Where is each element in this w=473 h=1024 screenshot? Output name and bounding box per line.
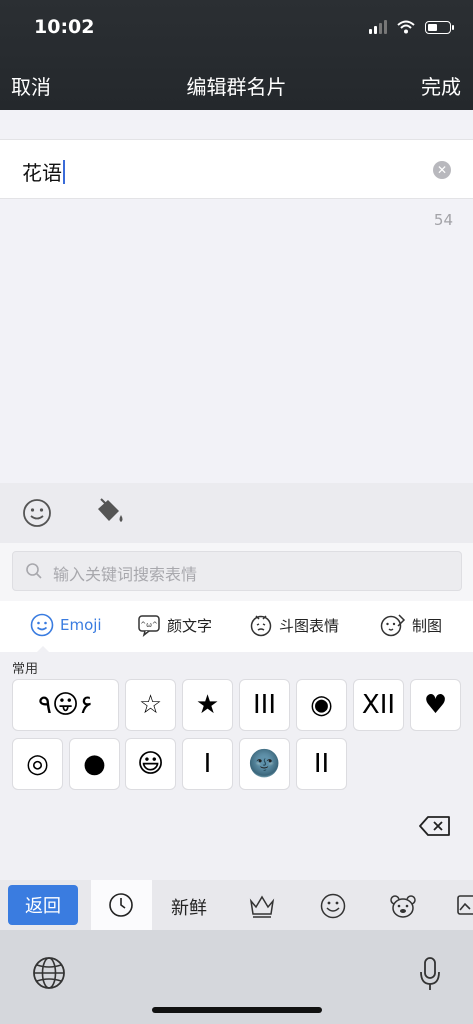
- category-tabs: Emoji ^ω^ 颜文字 斗图表情 制图: [0, 601, 473, 653]
- meme-face-icon: [250, 615, 272, 637]
- emoji-face-icon[interactable]: [22, 498, 52, 528]
- signal-icon: [369, 20, 387, 34]
- bear-icon[interactable]: [388, 892, 418, 920]
- clock-icon: [109, 893, 133, 917]
- key-text: I: [203, 749, 212, 779]
- emoji-key[interactable]: III: [239, 679, 290, 731]
- key-text: ☆: [138, 690, 163, 720]
- fresh-tab[interactable]: 新鲜: [171, 894, 207, 920]
- key-text: 🌚: [248, 749, 281, 779]
- key-text: III: [252, 690, 276, 720]
- emoji-key[interactable]: ♥: [410, 679, 461, 731]
- sticker-search-input[interactable]: 输入关键词搜索表情: [12, 551, 462, 591]
- key-text: ٩😛۶: [37, 690, 94, 720]
- svg-text:^ω^: ^ω^: [140, 621, 158, 629]
- key-text: ♥: [423, 690, 448, 720]
- input-text: 花语: [22, 161, 62, 185]
- key-text: 😃: [136, 749, 165, 779]
- key-text: ◉: [310, 690, 333, 720]
- emoji-panel: 常用 ٩😛۶ ☆ ★ III ◉ XII ♥ ◎ ● 😃 I 🌚 II: [0, 652, 473, 880]
- clear-icon[interactable]: ✕: [433, 161, 451, 179]
- search-icon: [26, 563, 42, 579]
- section-recent-label: 常用: [12, 662, 39, 677]
- key-text: II: [313, 749, 330, 779]
- draw-face-icon: [380, 614, 406, 637]
- kaomoji-icon: ^ω^: [138, 615, 160, 637]
- smiley-icon: [30, 613, 54, 637]
- back-button[interactable]: 返回: [8, 885, 78, 925]
- wifi-icon: [397, 20, 415, 34]
- globe-icon[interactable]: [32, 956, 66, 990]
- emoji-key[interactable]: ◎: [12, 738, 63, 790]
- emoji-key[interactable]: 🌚: [239, 738, 290, 790]
- emoji-key[interactable]: ●: [69, 738, 120, 790]
- tab-draw-label: 制图: [412, 616, 443, 635]
- page-title: 编辑群名片: [186, 75, 287, 99]
- backspace-icon[interactable]: [419, 815, 451, 837]
- battery-icon: [425, 20, 454, 34]
- status-time: 10:02: [34, 16, 95, 38]
- key-text: ★: [195, 690, 220, 720]
- emoji-key[interactable]: ★: [182, 679, 233, 731]
- smile-face-icon[interactable]: [319, 892, 347, 920]
- microphone-icon[interactable]: [419, 956, 441, 992]
- status-icons: [369, 20, 454, 34]
- key-text: ●: [83, 749, 106, 779]
- search-placeholder: 输入关键词搜索表情: [53, 565, 198, 584]
- done-button[interactable]: 完成: [421, 71, 461, 100]
- input-toolbar: [0, 483, 473, 543]
- name-input-value[interactable]: 花语: [22, 157, 65, 186]
- tab-draw[interactable]: 制图: [380, 613, 442, 637]
- tab-kaomoji-label: 颜文字: [167, 616, 213, 635]
- name-input-field[interactable]: 花语 ✕: [0, 139, 473, 199]
- sticker-category-bar: 返回 新鲜: [0, 880, 473, 930]
- char-counter: 54: [433, 211, 453, 229]
- system-keyboard-bar: [0, 930, 473, 1024]
- emoji-key[interactable]: ٩😛۶: [12, 679, 119, 731]
- crown-icon[interactable]: [248, 892, 276, 920]
- key-text: XII: [361, 690, 396, 720]
- text-caret: [63, 160, 65, 184]
- tab-meme[interactable]: 斗图表情: [249, 613, 339, 637]
- photo-icon[interactable]: [456, 892, 473, 918]
- emoji-key[interactable]: XII: [353, 679, 404, 731]
- tab-meme-label: 斗图表情: [279, 616, 340, 635]
- recent-tab[interactable]: [91, 880, 152, 930]
- home-indicator[interactable]: [152, 1007, 322, 1013]
- paint-bucket-icon[interactable]: [93, 495, 127, 529]
- tab-emoji-label: Emoji: [60, 616, 102, 634]
- emoji-key[interactable]: ◉: [296, 679, 347, 731]
- key-text: ◎: [26, 749, 49, 779]
- top-bar: 10:02 取消 编辑群名片 完成: [0, 0, 473, 110]
- emoji-key[interactable]: I: [182, 738, 233, 790]
- sticker-search-area: 输入关键词搜索表情: [0, 543, 473, 601]
- tab-kaomoji[interactable]: ^ω^ 颜文字: [137, 613, 212, 637]
- emoji-key[interactable]: 😃: [125, 738, 176, 790]
- tab-emoji[interactable]: Emoji: [30, 613, 102, 637]
- emoji-key[interactable]: ☆: [125, 679, 176, 731]
- emoji-key[interactable]: II: [296, 738, 347, 790]
